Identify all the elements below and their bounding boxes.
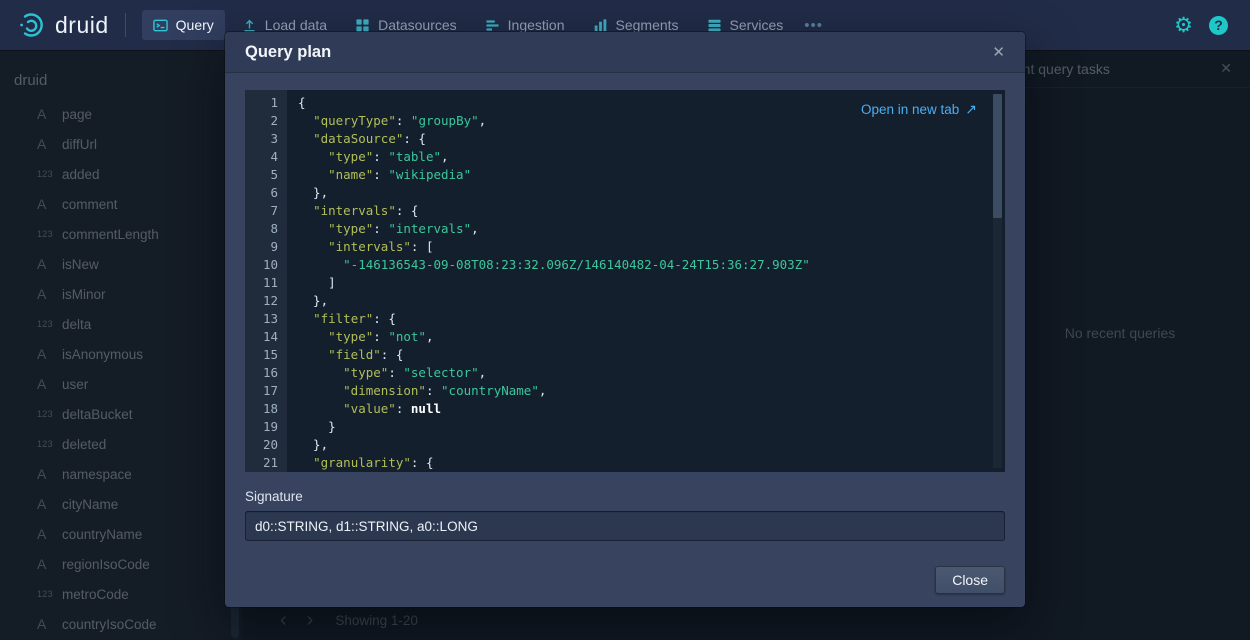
- line-number: 18: [245, 400, 287, 418]
- code-line: 11 ]: [245, 274, 1005, 292]
- line-number: 12: [245, 292, 287, 310]
- code-line: 4 "type": "table",: [245, 148, 1005, 166]
- brand-name: druid: [55, 12, 109, 39]
- druid-logo-icon: [16, 10, 46, 40]
- code-line: 5 "name": "wikipedia": [245, 166, 1005, 184]
- druid-logo[interactable]: druid: [16, 10, 109, 40]
- code-line: 14 "type": "not",: [245, 328, 1005, 346]
- editor-scrollbar-thumb[interactable]: [993, 94, 1002, 218]
- code-line: 21 "granularity": {: [245, 454, 1005, 472]
- close-button[interactable]: Close: [935, 566, 1005, 594]
- code-line: 19 }: [245, 418, 1005, 436]
- line-number: 7: [245, 202, 287, 220]
- code-line: 12 },: [245, 292, 1005, 310]
- code-line: 18 "value": null: [245, 400, 1005, 418]
- line-number: 2: [245, 112, 287, 130]
- segments-icon: [593, 18, 608, 33]
- line-number: 5: [245, 166, 287, 184]
- line-number: 13: [245, 310, 287, 328]
- more-menu-icon[interactable]: •••: [804, 17, 823, 34]
- code-line: 16 "type": "selector",: [245, 364, 1005, 382]
- line-number: 14: [245, 328, 287, 346]
- code-line: 6 },: [245, 184, 1005, 202]
- line-number: 15: [245, 346, 287, 364]
- close-icon[interactable]: ✕: [992, 43, 1005, 61]
- druid-console: druid Query Load data Datasources Ingestion…: [0, 0, 1250, 640]
- editor-scrollbar[interactable]: [993, 94, 1002, 468]
- arrow-top-right-icon: ↗: [965, 101, 977, 118]
- line-number: 9: [245, 238, 287, 256]
- line-number: 1: [245, 94, 287, 112]
- nav-item-label: Services: [730, 17, 784, 33]
- code-line: 20 },: [245, 436, 1005, 454]
- line-number: 6: [245, 184, 287, 202]
- line-number: 19: [245, 418, 287, 436]
- nav-item-query[interactable]: Query: [142, 10, 225, 40]
- code-line: 7 "intervals": {: [245, 202, 1005, 220]
- dialog-header: Query plan ✕: [225, 32, 1025, 72]
- line-number: 4: [245, 148, 287, 166]
- line-number: 8: [245, 220, 287, 238]
- code-line: 8 "type": "intervals",: [245, 220, 1005, 238]
- line-number: 16: [245, 364, 287, 382]
- code-line: 10 "-146136543-09-08T08:23:32.096Z/14614…: [245, 256, 1005, 274]
- line-number: 20: [245, 436, 287, 454]
- query-plan-editor[interactable]: 1{2 "queryType": "groupBy",3 "dataSource…: [245, 90, 1005, 472]
- header-actions: ⚙?: [1174, 15, 1234, 36]
- code-line: 9 "intervals": [: [245, 238, 1005, 256]
- datasources-icon: [355, 18, 370, 33]
- ingestion-icon: [485, 18, 500, 33]
- nav-item-label: Query: [176, 17, 214, 33]
- gear-icon[interactable]: ⚙: [1174, 15, 1193, 36]
- open-in-new-tab-label: Open in new tab: [861, 102, 959, 117]
- query-plan-dialog: Query plan ✕ 1{2 "queryType": "groupBy",…: [225, 32, 1025, 607]
- code-lines: 1{2 "queryType": "groupBy",3 "dataSource…: [245, 94, 1005, 472]
- line-number: 17: [245, 382, 287, 400]
- line-number: 3: [245, 130, 287, 148]
- code-line: 3 "dataSource": {: [245, 130, 1005, 148]
- signature-label: Signature: [245, 489, 1005, 504]
- console-icon: [153, 18, 168, 33]
- code-line: 13 "filter": {: [245, 310, 1005, 328]
- open-in-new-tab-link[interactable]: Open in new tab ↗: [861, 101, 977, 118]
- help-icon[interactable]: ?: [1209, 16, 1228, 35]
- line-number: 10: [245, 256, 287, 274]
- nav-item-label: Load data: [265, 17, 327, 33]
- line-number: 11: [245, 274, 287, 292]
- code-line: 17 "dimension": "countryName",: [245, 382, 1005, 400]
- navbar-divider: [125, 13, 126, 37]
- signature-input[interactable]: [245, 511, 1005, 541]
- nav-item-label: Segments: [616, 17, 679, 33]
- nav-item-label: Datasources: [378, 17, 457, 33]
- services-icon: [707, 18, 722, 33]
- upload-icon: [242, 18, 257, 33]
- line-number: 21: [245, 454, 287, 472]
- nav-item-label: Ingestion: [508, 17, 565, 33]
- dialog-title: Query plan: [245, 43, 992, 62]
- code-line: 15 "field": {: [245, 346, 1005, 364]
